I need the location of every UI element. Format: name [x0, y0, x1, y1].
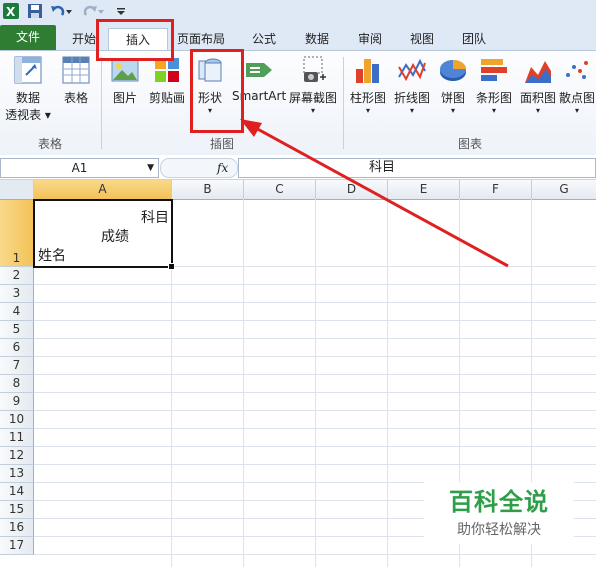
annotation-arrow	[240, 119, 509, 268]
